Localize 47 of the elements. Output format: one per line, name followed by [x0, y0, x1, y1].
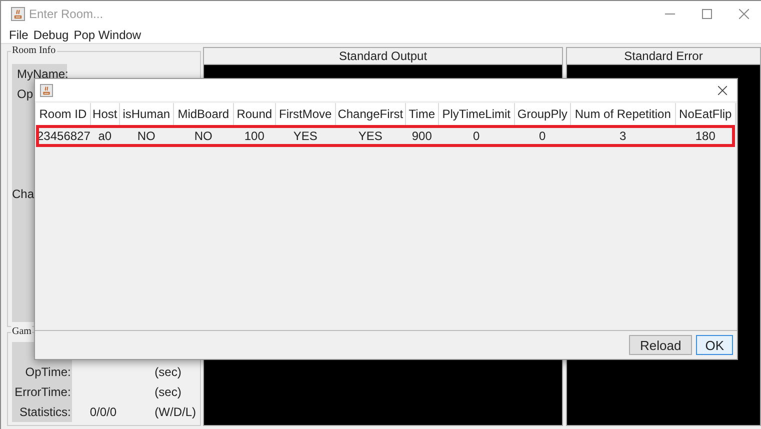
- table-cell: NO: [173, 125, 234, 147]
- table-cell: 900: [405, 125, 438, 147]
- table-cell: 180: [675, 125, 736, 147]
- table-cell: 0: [514, 125, 570, 147]
- column-header[interactable]: Room ID: [36, 103, 90, 125]
- column-header[interactable]: PlyTimeLimit: [438, 103, 514, 125]
- menu-item[interactable]: Debug: [33, 26, 69, 44]
- unit-label: (sec): [154, 385, 182, 399]
- field-label: Statistics:: [19, 404, 71, 421]
- column-header[interactable]: Num of Repetition: [570, 103, 676, 125]
- java-cup-icon: [40, 84, 53, 96]
- field-value: 0/0/0: [90, 405, 117, 419]
- dialog-button[interactable]: Reload: [629, 335, 692, 355]
- field-label: MyName:: [16, 66, 68, 83]
- java-cup-icon: [11, 6, 25, 20]
- menu-item[interactable]: Pop Window: [74, 26, 142, 44]
- panel-header: Standard Error: [567, 48, 760, 65]
- table-cell: 23456827: [36, 125, 90, 147]
- maximize-icon[interactable]: [702, 8, 712, 18]
- field-label: OpTime:: [25, 364, 71, 381]
- field-label: Op: [16, 86, 34, 103]
- table-cell: 0: [438, 125, 514, 147]
- column-header[interactable]: Host: [90, 103, 120, 125]
- table-cell: YES: [275, 125, 336, 147]
- menu-item[interactable]: File: [9, 26, 28, 44]
- column-header[interactable]: isHuman: [119, 103, 174, 125]
- table-cell: 100: [233, 125, 276, 147]
- column-header[interactable]: MidBoard: [173, 103, 234, 125]
- unit-label: (W/D/L): [154, 405, 196, 419]
- table-cell: 3: [570, 125, 676, 147]
- table-cell: NO: [119, 125, 174, 147]
- column-header[interactable]: FirstMove: [275, 103, 336, 125]
- column-header[interactable]: NoEatFlip: [675, 103, 736, 125]
- table-cell: a0: [90, 125, 120, 147]
- dialog-button[interactable]: OK: [696, 335, 733, 355]
- field-label: Cha: [12, 186, 34, 203]
- table-row[interactable]: 23456827 a0 NO NO 100 YES YES 900 0 0 3 180: [36, 125, 736, 147]
- field-label: ErrorTime:: [14, 384, 71, 401]
- column-header[interactable]: GroupPly: [514, 103, 570, 125]
- close-icon[interactable]: [718, 86, 727, 94]
- column-header[interactable]: Round: [233, 103, 276, 125]
- panel-header: Standard Output: [204, 48, 562, 65]
- window-title: Enter Room...: [29, 6, 104, 22]
- unit-label: (sec): [154, 365, 182, 379]
- table-cell: YES: [335, 125, 406, 147]
- column-header[interactable]: ChangeFirst: [335, 103, 406, 125]
- column-header[interactable]: Time: [405, 103, 438, 125]
